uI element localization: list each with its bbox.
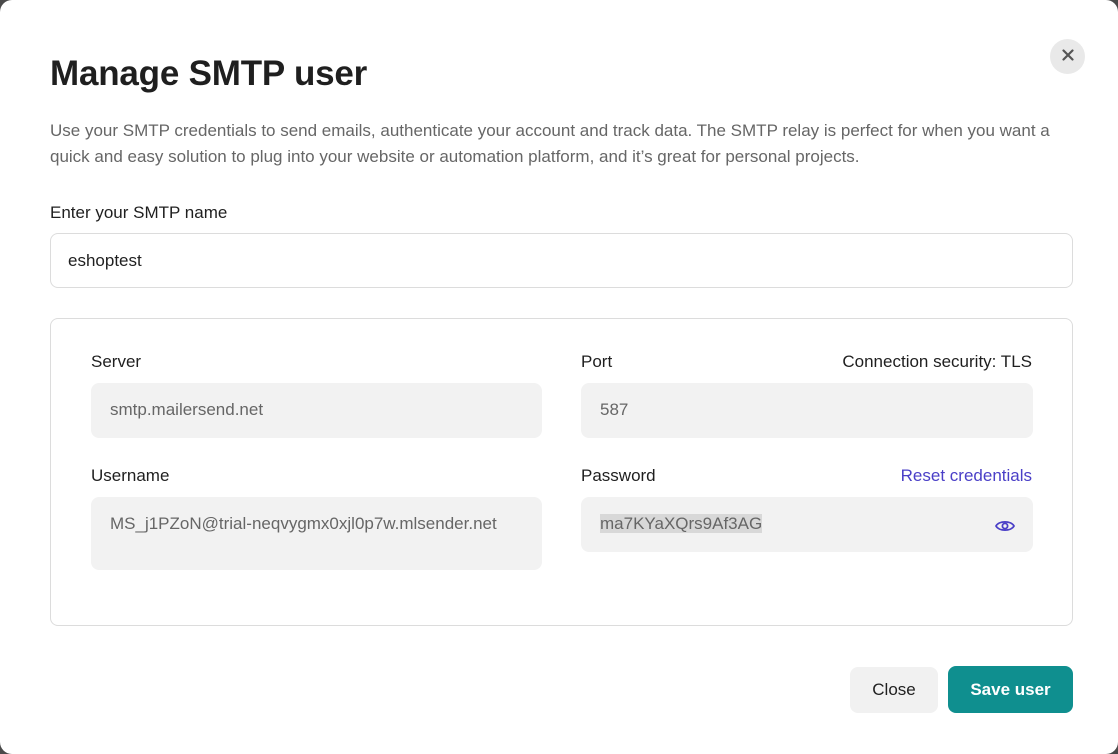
reset-credentials-link[interactable]: Reset credentials (901, 465, 1032, 487)
close-icon (1061, 49, 1074, 64)
eye-icon[interactable] (994, 519, 1016, 533)
connection-security-label: Connection security: TLS (842, 352, 1032, 371)
close-button[interactable]: Close (850, 667, 938, 713)
username-field[interactable]: MS_j1PZoN@trial-neqvygmx0xjl0p7w.mlsende… (91, 497, 542, 570)
username-value: MS_j1PZoN@trial-neqvygmx0xjl0p7w.mlsende… (110, 514, 497, 533)
server-field[interactable]: smtp.mailersend.net (91, 383, 542, 438)
save-user-button[interactable]: Save user (948, 666, 1073, 713)
dialog-close-button[interactable] (1050, 39, 1085, 74)
server-value: smtp.mailersend.net (110, 400, 264, 419)
password-label: Password (581, 466, 656, 485)
password-field[interactable]: ma7KYaXQrs9Af3AG (581, 497, 1033, 552)
server-label: Server (91, 352, 142, 371)
dialog-description: Use your SMTP credentials to send emails… (50, 121, 1050, 166)
smtp-user-dialog: Manage SMTP user Use your SMTP credentia… (0, 0, 1118, 754)
credentials-panel: Server smtp.mailersend.net Port Connecti… (50, 318, 1073, 626)
smtp-name-input[interactable] (50, 233, 1073, 288)
port-label: Port (581, 352, 613, 371)
password-value: ma7KYaXQrs9Af3AG (600, 514, 763, 533)
smtp-name-label: Enter your SMTP name (50, 203, 228, 222)
username-label: Username (91, 466, 170, 485)
port-field[interactable]: 587 (581, 383, 1033, 438)
dialog-title: Manage SMTP user (50, 54, 368, 93)
port-value: 587 (600, 400, 629, 419)
